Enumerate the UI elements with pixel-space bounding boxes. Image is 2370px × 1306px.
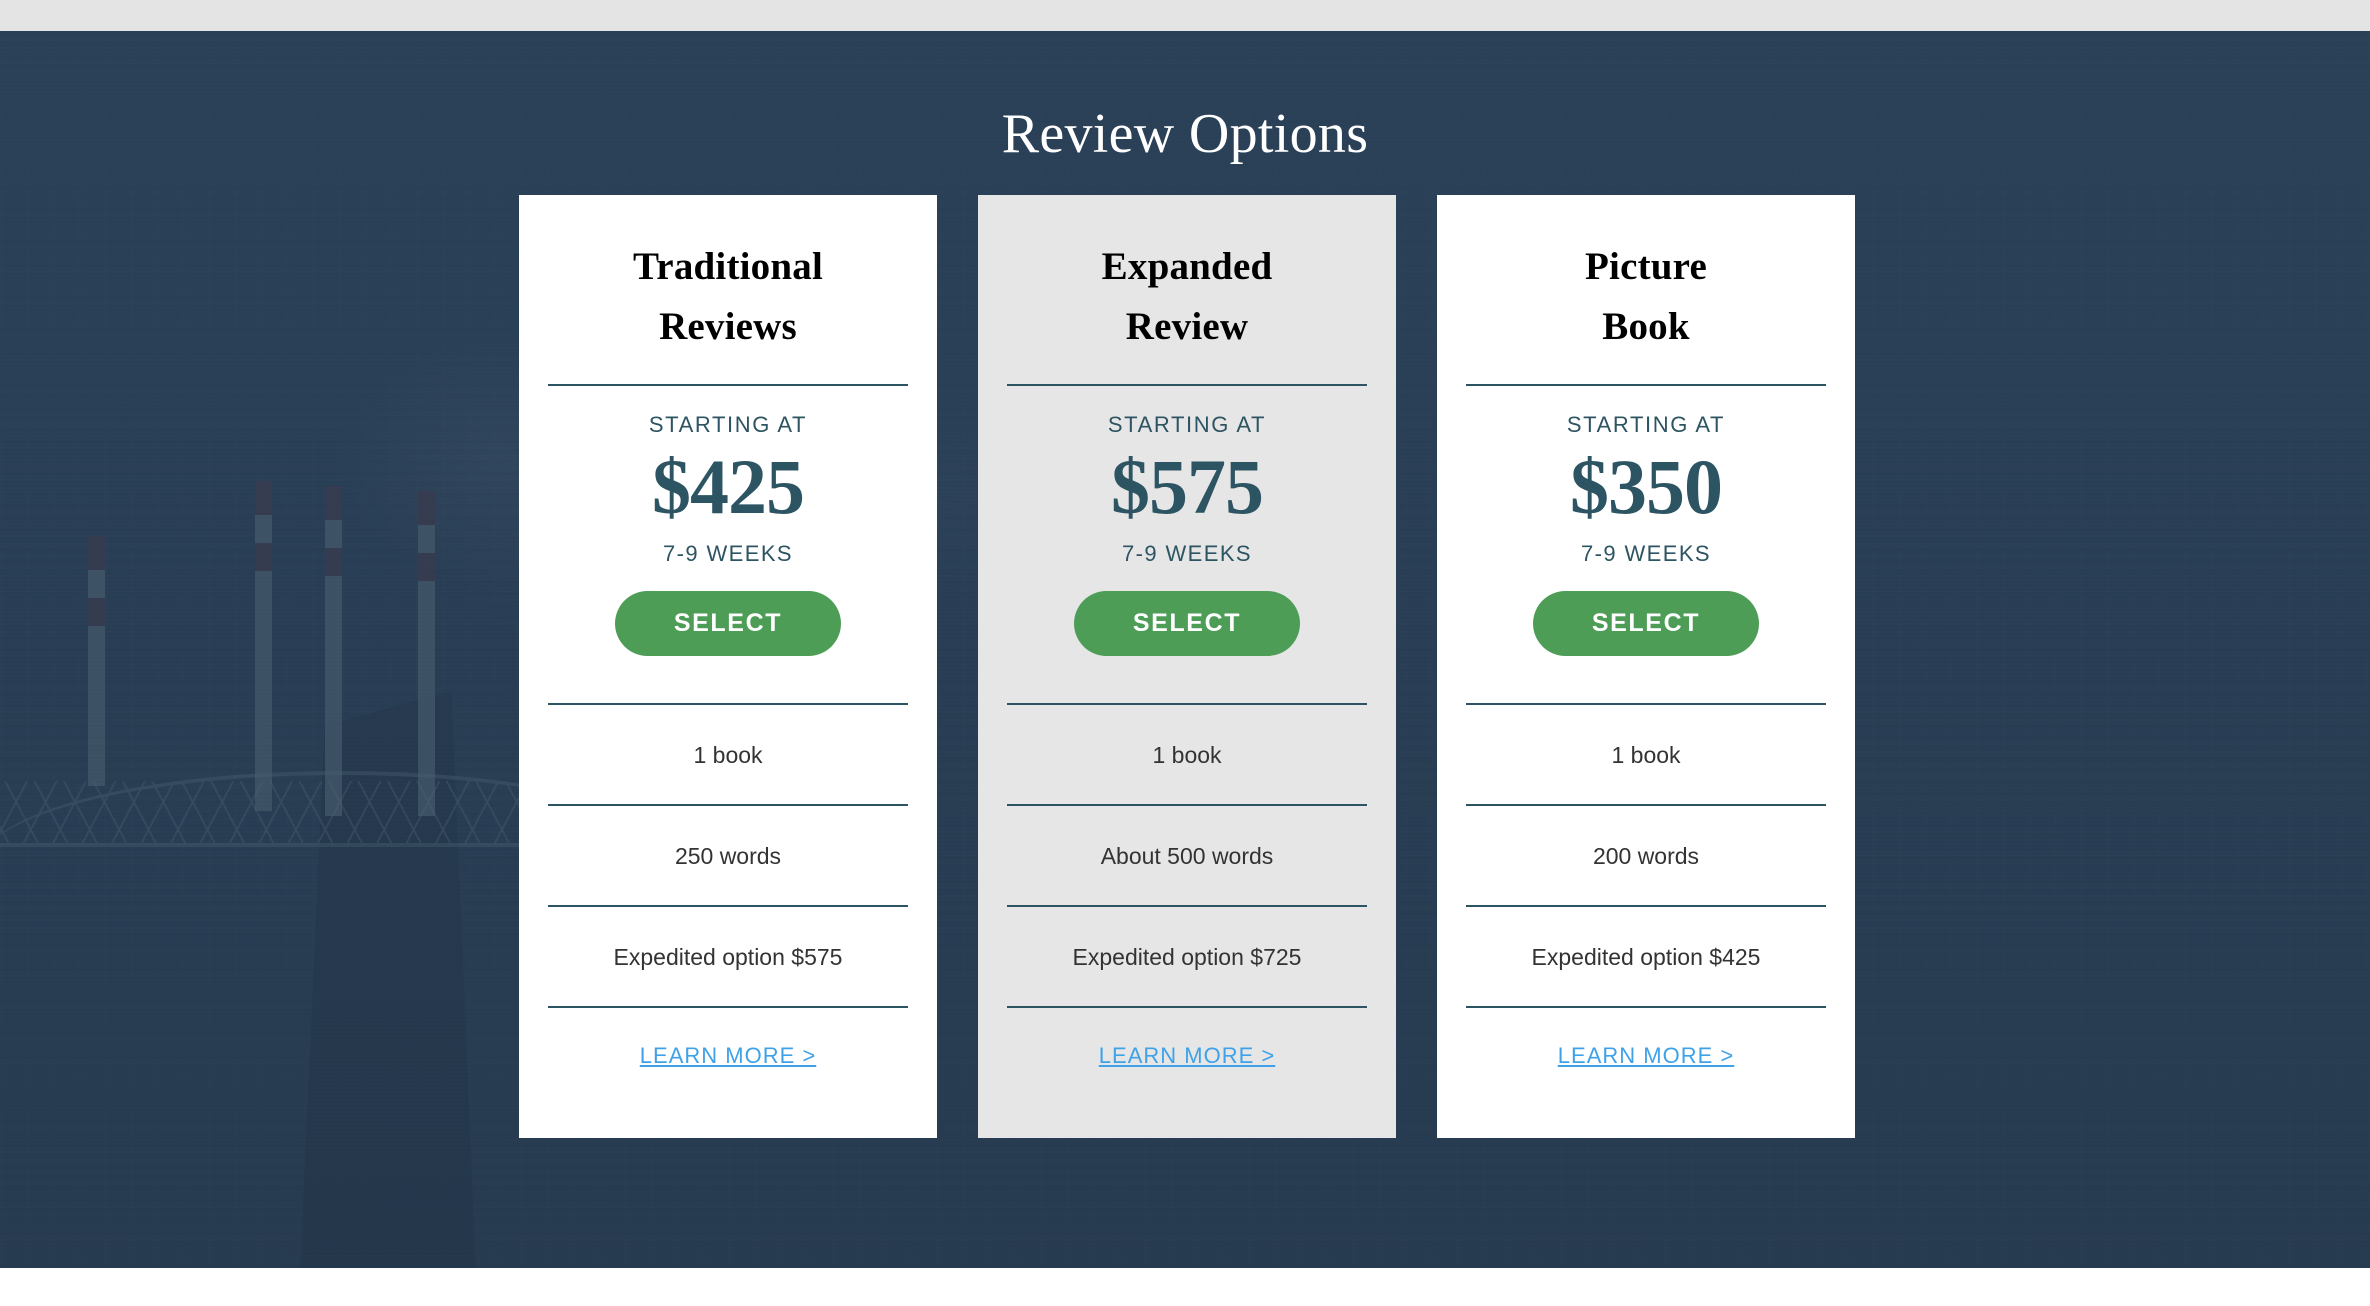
card-title: Traditional Reviews: [548, 195, 908, 357]
feature-text: Expedited option $425: [1531, 943, 1761, 970]
feature-row: 1 book: [1466, 703, 1826, 804]
hero-section: Review Options Traditional Reviews START…: [0, 31, 2370, 1268]
select-button[interactable]: SELECT: [1074, 591, 1300, 656]
select-button-wrap: SELECT: [1466, 569, 1826, 656]
learn-more-row: LEARN MORE >: [548, 1006, 908, 1104]
turnaround-label: 7-9 WEEKS: [1581, 541, 1711, 566]
card-title-line1: Picture: [1585, 245, 1707, 288]
price-amount: $575: [1111, 443, 1264, 530]
top-strip: [0, 0, 2370, 31]
feature-text: 1 book: [1611, 741, 1681, 768]
card-title-line2: Book: [1602, 305, 1690, 348]
feature-text: About 500 words: [1100, 842, 1274, 869]
price-amount: $425: [652, 443, 805, 530]
select-button-wrap: SELECT: [1007, 569, 1367, 656]
feature-row: About 500 words: [1007, 804, 1367, 905]
pricing-card-traditional-reviews[interactable]: Traditional Reviews STARTING AT $425 7-9…: [519, 195, 937, 1138]
feature-text: 200 words: [1592, 842, 1700, 869]
starting-at-label: STARTING AT: [1107, 412, 1267, 437]
price-amount: $350: [1570, 443, 1723, 530]
turnaround-label: 7-9 WEEKS: [663, 541, 793, 566]
feature-row: 200 words: [1466, 804, 1826, 905]
hero-content: Review Options Traditional Reviews START…: [0, 31, 2370, 1268]
pricing-card-expanded-review[interactable]: Expanded Review STARTING AT $575 7-9 WEE…: [978, 195, 1396, 1138]
learn-more-link[interactable]: LEARN MORE >: [1558, 1043, 1734, 1069]
feature-row: Expedited option $725: [1007, 905, 1367, 1006]
card-title: Expanded Review: [1007, 195, 1367, 357]
card-title-line2: Reviews: [659, 305, 797, 348]
select-button-wrap: SELECT: [548, 569, 908, 656]
turnaround-label: 7-9 WEEKS: [1122, 541, 1252, 566]
feature-list: 1 book 250 words Expedited option $575 L…: [548, 656, 908, 1104]
feature-text: Expedited option $575: [613, 943, 843, 970]
feature-text: Expedited option $725: [1072, 943, 1302, 970]
pricing-card-picture-book[interactable]: Picture Book STARTING AT $350 7-9 WEEKS …: [1437, 195, 1855, 1138]
feature-text: 250 words: [674, 842, 782, 869]
feature-row: 250 words: [548, 804, 908, 905]
feature-row: Expedited option $575: [548, 905, 908, 1006]
feature-row: 1 book: [1007, 703, 1367, 804]
learn-more-link[interactable]: LEARN MORE >: [1099, 1043, 1275, 1069]
feature-text: 1 book: [1152, 741, 1222, 768]
card-title-line1: Expanded: [1101, 245, 1273, 288]
starting-at-label: STARTING AT: [648, 412, 808, 437]
feature-row: 1 book: [548, 703, 908, 804]
learn-more-row: LEARN MORE >: [1466, 1006, 1826, 1104]
feature-list: 1 book 200 words Expedited option $425 L…: [1466, 656, 1826, 1104]
card-title-line1: Traditional: [632, 245, 823, 288]
pricing-card-list: Traditional Reviews STARTING AT $425 7-9…: [519, 195, 1855, 1138]
starting-at-label: STARTING AT: [1566, 412, 1726, 437]
learn-more-row: LEARN MORE >: [1007, 1006, 1367, 1104]
learn-more-link[interactable]: LEARN MORE >: [640, 1043, 816, 1069]
card-title: Picture Book: [1466, 195, 1826, 357]
page-root: Review Options Traditional Reviews START…: [0, 0, 2370, 1306]
feature-row: Expedited option $425: [1466, 905, 1826, 1006]
feature-list: 1 book About 500 words Expedited option …: [1007, 656, 1367, 1104]
page-title: Review Options: [1001, 102, 1369, 165]
select-button[interactable]: SELECT: [615, 591, 841, 656]
select-button[interactable]: SELECT: [1533, 591, 1759, 656]
card-title-line2: Review: [1125, 305, 1249, 348]
feature-text: 1 book: [693, 741, 763, 768]
